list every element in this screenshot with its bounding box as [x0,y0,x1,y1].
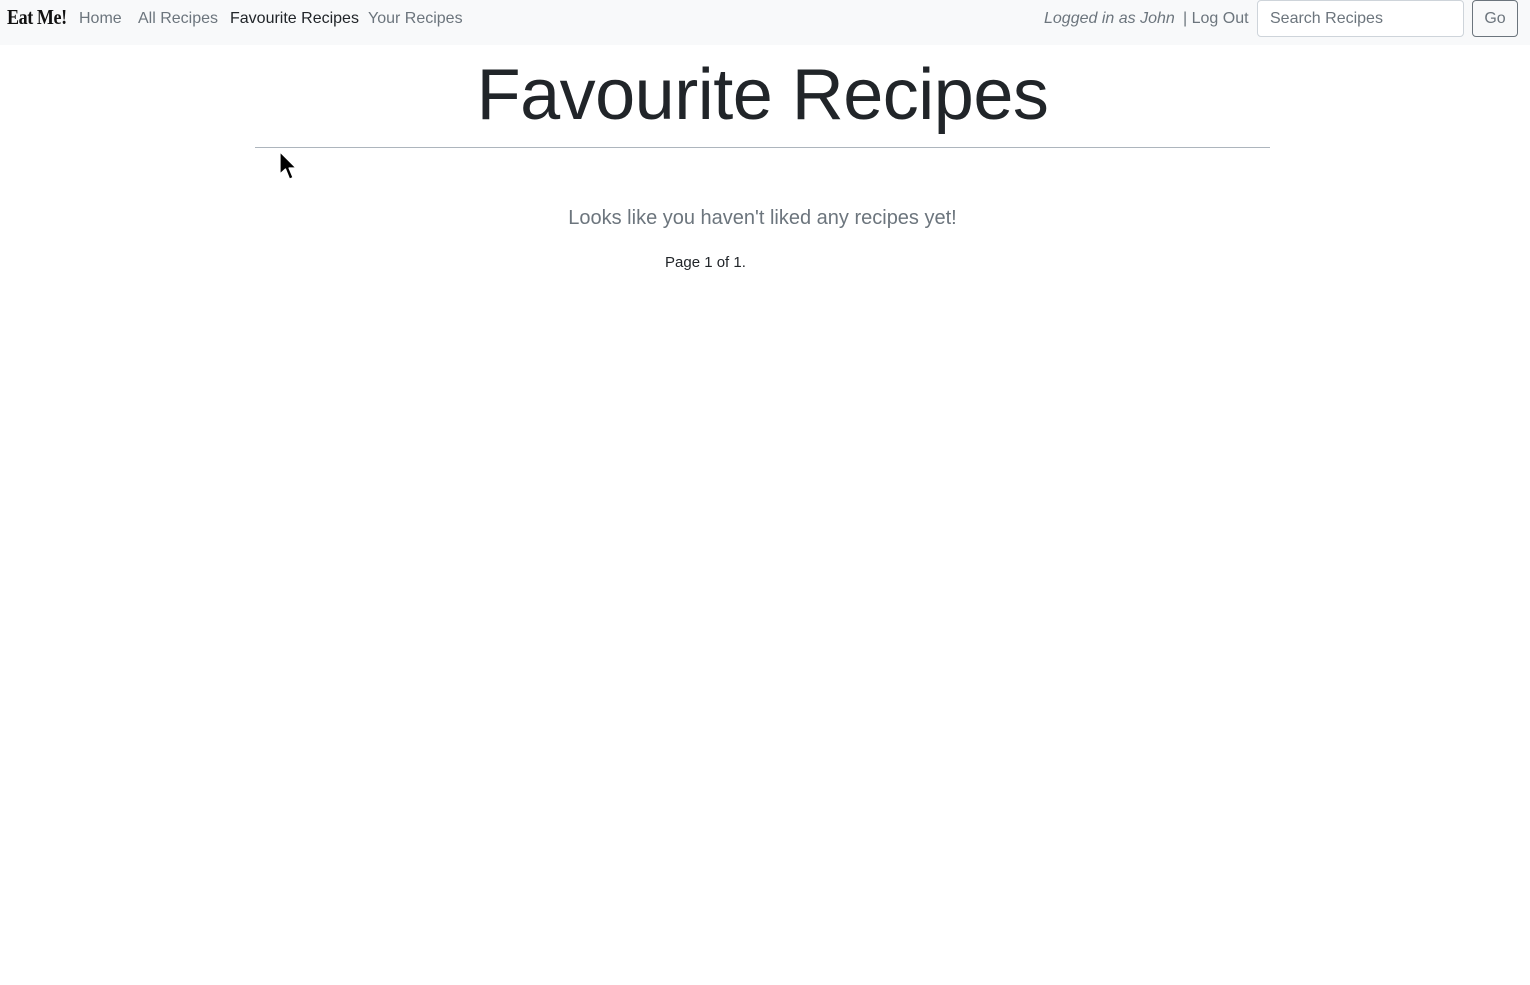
search-go-button[interactable]: Go [1472,0,1518,37]
page-title: Favourite Recipes [476,55,1049,135]
nav-link-favourite-recipes[interactable]: Favourite Recipes [230,10,359,28]
title-divider [255,147,1270,148]
navbar: Eat Me! Home All Recipes Favourite Recip… [0,0,1530,45]
empty-favourites-message: Looks like you haven't liked any recipes… [568,207,957,229]
nav-link-all-recipes[interactable]: All Recipes [138,10,218,28]
brand-logo[interactable]: Eat Me! [7,5,67,30]
pagination-status: Page 1 of 1. [665,254,746,271]
search-input[interactable] [1257,0,1464,37]
mouse-pointer-icon [279,151,297,180]
nav-link-your-recipes[interactable]: Your Recipes [368,10,463,28]
logged-in-status: Logged in as John [1044,10,1175,27]
nav-link-home[interactable]: Home [79,10,122,28]
logout-link[interactable]: | Log Out [1183,10,1249,28]
